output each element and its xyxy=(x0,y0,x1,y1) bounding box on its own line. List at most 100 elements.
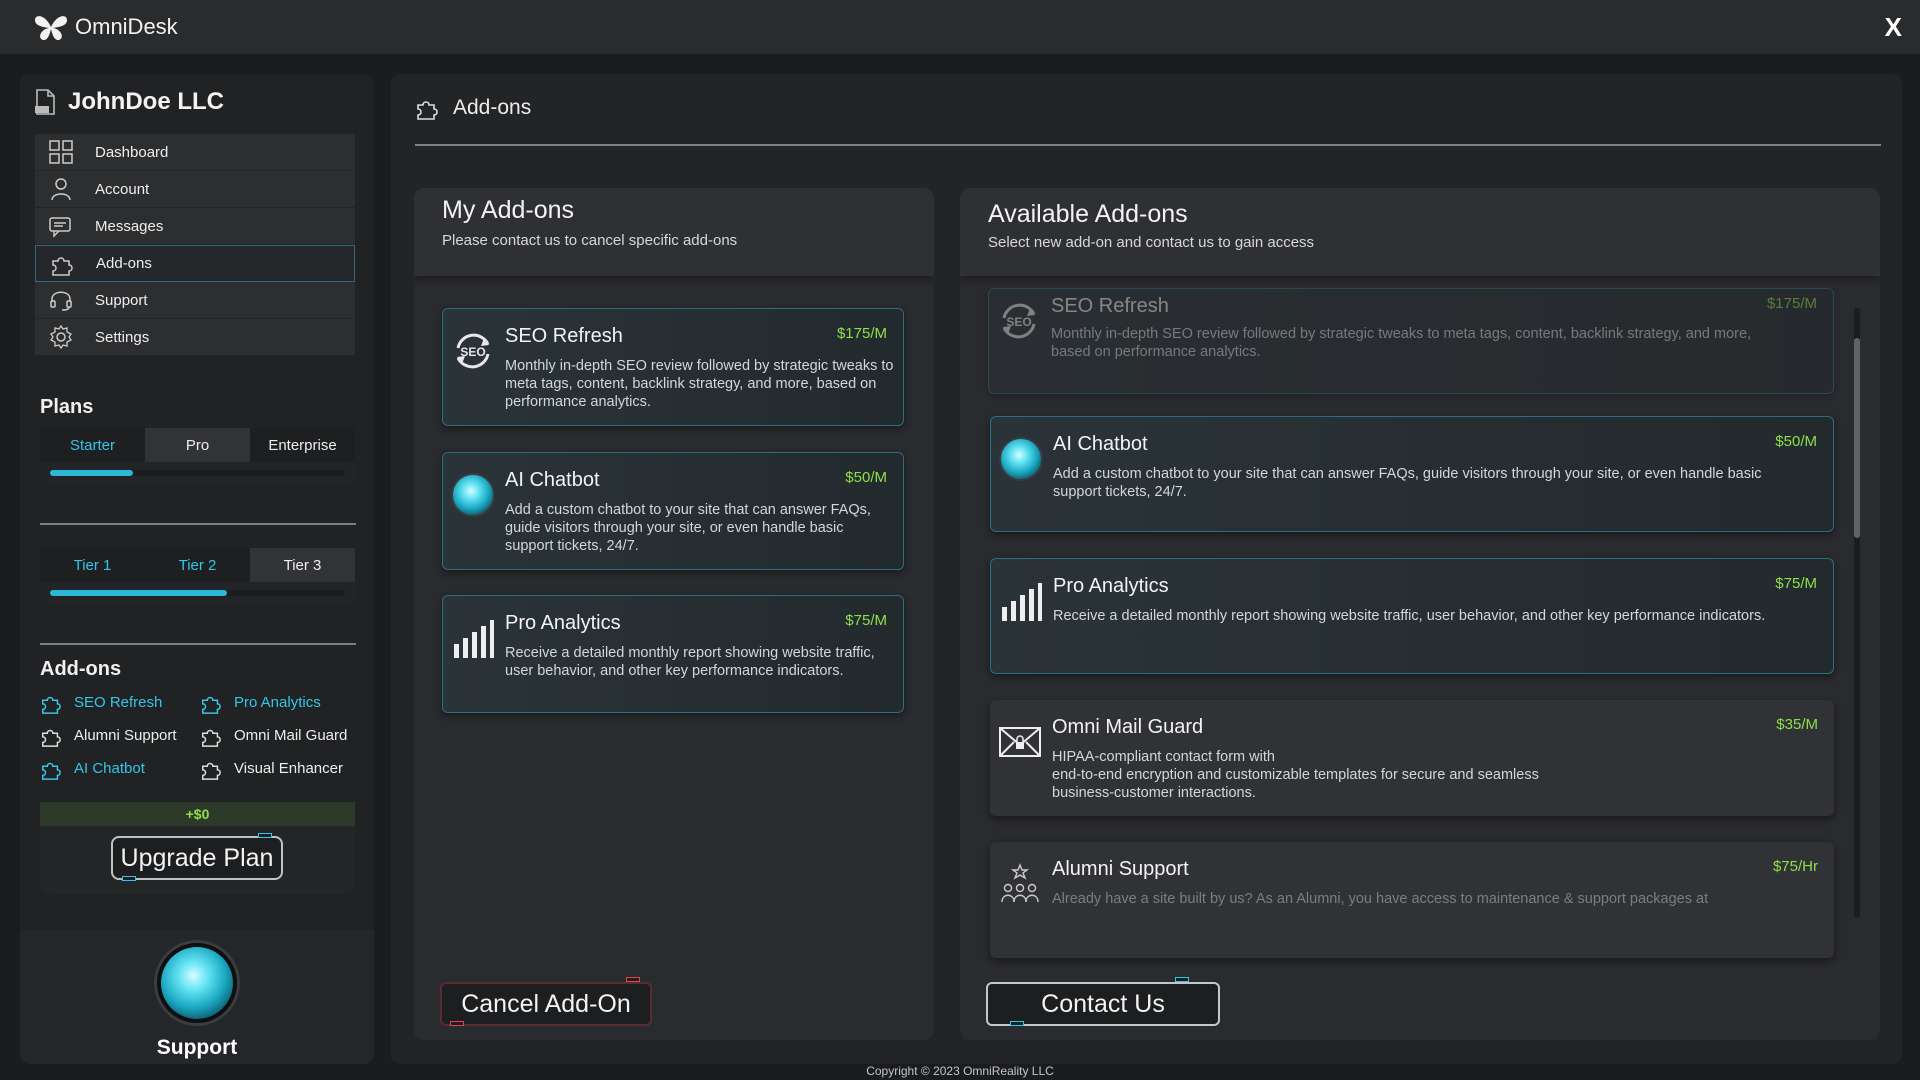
puzzle-icon xyxy=(42,762,61,780)
page-header: Add-ons xyxy=(415,96,531,120)
card-description: Add a custom chatbot to your site that c… xyxy=(505,502,871,554)
upgrade-plan-button[interactable]: Upgrade Plan xyxy=(111,836,283,880)
card-price: $35/M xyxy=(1776,716,1818,733)
addon-item-pro-analytics[interactable]: Pro Analytics xyxy=(200,692,360,714)
sidebar-item-label: Account xyxy=(95,180,150,198)
page-title: Add-ons xyxy=(453,96,532,119)
analytics-bars-icon xyxy=(449,614,497,662)
seo-refresh-icon: SEO xyxy=(449,327,497,375)
available-addon-list[interactable]: SEO SEO Refresh $175/M Monthly in-depth … xyxy=(960,288,1860,968)
addon-item-omni-mail-guard[interactable]: Omni Mail Guard xyxy=(200,725,360,747)
seo-refresh-icon: SEO xyxy=(995,297,1043,345)
tab-enterprise[interactable]: Enterprise xyxy=(250,428,355,462)
addon-card-ai-chatbot[interactable]: AI Chatbot $50/M Add a custom chatbot to… xyxy=(990,416,1834,532)
panel-title: Available Add-ons xyxy=(988,200,1188,228)
tab-tier-3[interactable]: Tier 3 xyxy=(250,548,355,582)
copyright: Copyright © 2023 OmniReality LLC xyxy=(866,1064,1054,1078)
card-description: Already have a site built by us? As an A… xyxy=(1052,891,1709,907)
sidebar-item-addons[interactable]: Add-ons xyxy=(35,245,355,282)
cancel-addon-button[interactable]: Cancel Add-On xyxy=(440,982,652,1026)
addon-card-pro-analytics[interactable]: Pro Analytics $75/M Receive a detailed m… xyxy=(442,595,904,713)
addon-item-alumni-support[interactable]: Alumni Support xyxy=(40,725,200,747)
button-accent xyxy=(626,977,640,982)
addon-list: SEO Refresh Pro Analytics Alumni Support… xyxy=(40,686,360,785)
addon-label: Visual Enhancer xyxy=(234,760,343,777)
addon-card-ai-chatbot[interactable]: AI Chatbot $50/M Add a custom chatbot to… xyxy=(442,452,904,570)
card-price: $175/M xyxy=(1766,295,1817,312)
tier-progress xyxy=(40,582,355,604)
sidebar-item-settings[interactable]: Settings xyxy=(35,319,355,356)
divider xyxy=(415,144,1881,146)
sidebar-nav: Dashboard Account Messages Add-ons Suppo… xyxy=(35,134,355,356)
upgrade-card: Upgrade Plan xyxy=(40,826,355,894)
card-price: $50/M xyxy=(1775,433,1817,450)
app-logo: OmniDesk xyxy=(33,12,178,42)
card-description: Add a custom chatbot to your site that c… xyxy=(1053,466,1762,500)
support-orb-icon[interactable] xyxy=(154,940,240,1026)
addon-card-omni-mail-guard[interactable]: Omni Mail Guard $35/M HIPAA-compliant co… xyxy=(990,700,1834,816)
card-title: AI Chatbot xyxy=(1053,433,1148,455)
support-label: Support xyxy=(156,1036,238,1059)
card-description: Monthly in-depth SEO review followed by … xyxy=(1051,326,1752,360)
addon-card-seo-refresh[interactable]: SEO SEO Refresh $175/M Monthly in-depth … xyxy=(442,308,904,426)
tab-tier-2[interactable]: Tier 2 xyxy=(145,548,250,582)
price-delta: +$0 xyxy=(40,802,355,826)
user-icon xyxy=(49,177,73,201)
addon-label: SEO Refresh xyxy=(74,694,163,711)
plan-progress xyxy=(40,462,355,484)
addon-card-alumni-support[interactable]: Alumni Support $75/Hr Already have a sit… xyxy=(990,842,1834,958)
tab-tier-1[interactable]: Tier 1 xyxy=(40,548,145,582)
company-header: JohnDoe LLC xyxy=(34,88,224,116)
tab-starter[interactable]: Starter xyxy=(40,428,145,462)
main-content: Add-ons My Add-ons Please contact us to … xyxy=(391,74,1902,1064)
addon-item-ai-chatbot[interactable]: AI Chatbot xyxy=(40,758,200,780)
my-addons-panel: My Add-ons Please contact us to cancel s… xyxy=(414,188,934,1040)
chat-icon xyxy=(49,214,73,238)
button-accent xyxy=(1175,977,1189,982)
title-bar: OmniDesk X xyxy=(0,0,1920,54)
close-button[interactable]: X xyxy=(1885,12,1902,43)
puzzle-icon xyxy=(50,252,74,276)
addon-card-seo-refresh[interactable]: SEO SEO Refresh $175/M Monthly in-depth … xyxy=(988,288,1834,394)
sidebar-item-messages[interactable]: Messages xyxy=(35,208,355,245)
divider xyxy=(40,643,356,645)
sidebar-item-label: Messages xyxy=(95,217,164,235)
sidebar-item-dashboard[interactable]: Dashboard xyxy=(35,134,355,171)
plans-title: Plans xyxy=(40,396,94,418)
puzzle-icon xyxy=(42,729,61,747)
puzzle-icon xyxy=(42,696,61,714)
plan-tabs: Starter Pro Enterprise xyxy=(40,428,355,462)
tier-progress-fill xyxy=(50,590,227,596)
card-price: $75/Hr xyxy=(1772,858,1818,875)
addon-item-seo-refresh[interactable]: SEO Refresh xyxy=(40,692,200,714)
support-widget[interactable]: Support xyxy=(20,930,374,1064)
panel-subtitle: Select new add-on and contact us to gain… xyxy=(988,234,1315,251)
sidebar-item-account[interactable]: Account xyxy=(35,171,355,208)
addon-item-visual-enhancer[interactable]: Visual Enhancer xyxy=(200,758,360,780)
svg-text:SEO: SEO xyxy=(460,345,485,359)
card-title: AI Chatbot xyxy=(505,469,600,491)
card-price: $50/M xyxy=(845,469,887,486)
card-title: Omni Mail Guard xyxy=(1052,716,1204,738)
sidebar-item-support[interactable]: Support xyxy=(35,282,355,319)
contact-us-button[interactable]: Contact Us xyxy=(986,982,1220,1026)
button-accent xyxy=(122,876,136,881)
addon-label: AI Chatbot xyxy=(74,760,145,777)
card-description: Receive a detailed monthly report showin… xyxy=(505,645,875,679)
plan-progress-fill xyxy=(50,470,133,476)
puzzle-icon xyxy=(202,762,221,780)
puzzle-icon xyxy=(202,696,221,714)
tab-pro[interactable]: Pro xyxy=(145,428,250,462)
addon-card-pro-analytics[interactable]: Pro Analytics $75/M Receive a detailed m… xyxy=(990,558,1834,674)
addons-title: Add-ons xyxy=(40,658,122,680)
sidebar-item-label: Support xyxy=(95,291,148,309)
scrollbar[interactable] xyxy=(1854,308,1860,918)
puzzle-icon xyxy=(202,729,221,747)
headset-icon xyxy=(49,288,73,312)
button-accent xyxy=(1010,1021,1024,1026)
sidebar-item-label: Settings xyxy=(95,328,150,346)
available-addons-panel: Available Add-ons Select new add-on and … xyxy=(960,188,1880,1040)
scrollbar-thumb[interactable] xyxy=(1854,338,1860,538)
card-price: $175/M xyxy=(836,325,887,342)
panel-title: My Add-ons xyxy=(442,196,575,224)
